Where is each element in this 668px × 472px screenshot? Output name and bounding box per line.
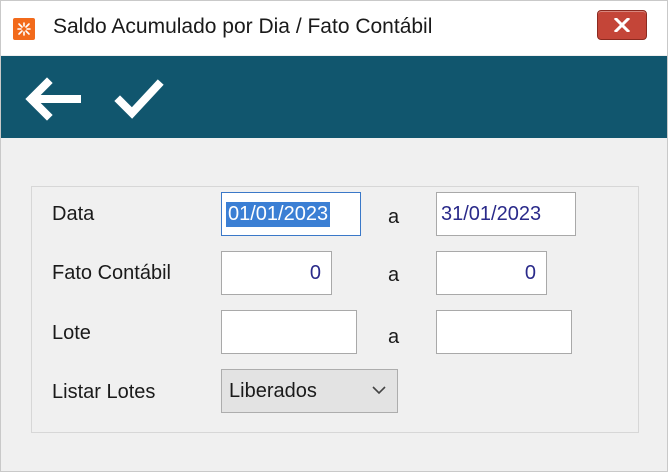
fato-from-input[interactable]: 0 xyxy=(221,251,332,295)
data-to-value: 31/01/2023 xyxy=(441,202,542,225)
listar-lotes-selected: Liberados xyxy=(229,379,317,402)
listar-lotes-label: Listar Lotes xyxy=(52,381,156,403)
data-range-separator: a xyxy=(388,206,400,228)
fato-range-separator: a xyxy=(388,264,400,286)
checkmark-icon xyxy=(114,79,164,119)
title-bar: Saldo Acumulado por Dia / Fato Contábil xyxy=(1,1,667,55)
back-arrow-icon xyxy=(25,77,81,121)
window-title: Saldo Acumulado por Dia / Fato Contábil xyxy=(53,15,433,38)
lote-to-input[interactable] xyxy=(436,310,572,354)
lote-range-separator: a xyxy=(388,326,400,348)
fato-to-value: 0 xyxy=(524,261,536,284)
data-label: Data xyxy=(52,203,95,225)
confirm-button[interactable] xyxy=(111,71,169,127)
dialog-window: Saldo Acumulado por Dia / Fato Contábil … xyxy=(0,0,668,472)
lote-from-input[interactable] xyxy=(221,310,357,354)
close-button[interactable] xyxy=(597,10,647,40)
close-icon xyxy=(613,18,631,32)
app-logo-icon xyxy=(13,18,35,40)
listar-lotes-select[interactable]: Liberados xyxy=(221,369,398,413)
fato-from-value: 0 xyxy=(309,261,321,284)
chevron-down-icon xyxy=(372,386,386,395)
back-button[interactable] xyxy=(23,71,81,127)
data-to-input[interactable]: 31/01/2023 xyxy=(436,192,576,236)
fato-contabil-label: Fato Contábil xyxy=(52,262,171,284)
lote-label: Lote xyxy=(52,322,91,344)
data-from-input[interactable]: 01/01/2023 xyxy=(221,192,361,236)
fato-to-input[interactable]: 0 xyxy=(436,251,547,295)
data-from-value: 01/01/2023 xyxy=(226,201,331,227)
toolbar xyxy=(1,56,667,138)
